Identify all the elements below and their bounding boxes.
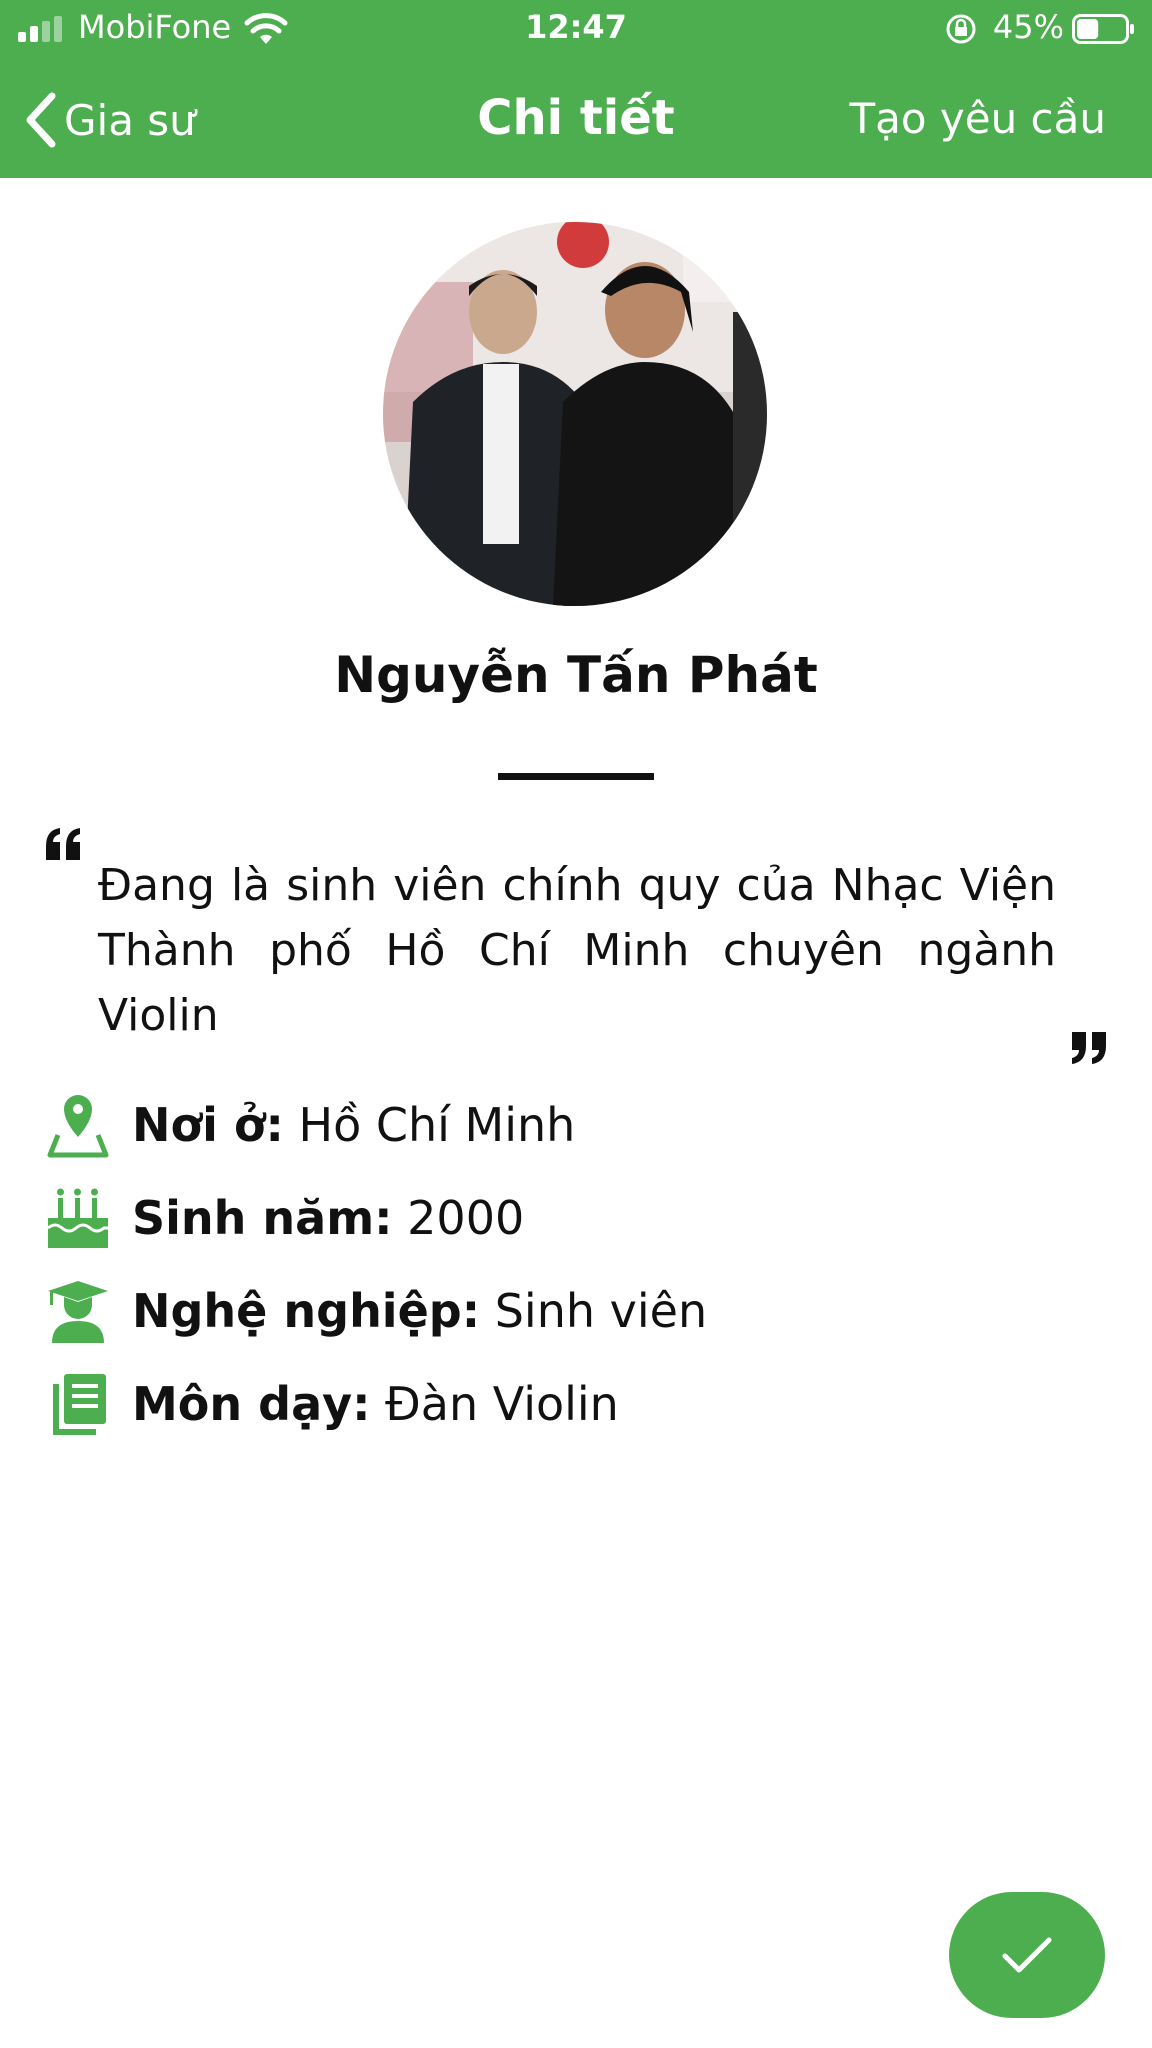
- status-bar: MobiFone 12:47 45%: [0, 0, 1152, 60]
- tutor-bio: Đang là sinh viên chính quy của Nhạc Việ…: [98, 860, 1056, 1041]
- detail-birth-year: Sinh năm: 2000: [44, 1171, 1104, 1264]
- detail-value: Sinh viên: [494, 1283, 708, 1338]
- avatar-photo: [383, 222, 767, 606]
- location-pin-icon: [47, 1094, 109, 1157]
- tutor-name: Nguyễn Tấn Phát: [334, 646, 818, 704]
- detail-subject: Môn dạy: Đàn Violin: [44, 1357, 1104, 1450]
- back-button[interactable]: Gia sư: [22, 84, 196, 156]
- detail-residence: Nơi ở: Hồ Chí Minh: [44, 1078, 1104, 1171]
- detail-label: Nơi ở:: [132, 1097, 284, 1152]
- back-button-label: Gia sư: [64, 95, 196, 145]
- checkmark-icon: [1002, 1937, 1052, 1973]
- create-request-button[interactable]: Tạo yêu cầu: [849, 94, 1106, 143]
- subject-book-icon: [53, 1373, 106, 1435]
- avatar: [383, 222, 767, 606]
- chevron-left-icon: [26, 92, 56, 148]
- birthday-cake-icon: [47, 1188, 108, 1248]
- detail-label: Môn dạy:: [132, 1376, 371, 1431]
- detail-label: Nghệ nghiệp:: [132, 1283, 481, 1338]
- orientation-lock-icon: [946, 14, 976, 44]
- clock: 12:47: [525, 8, 627, 46]
- battery-percent: 45%: [992, 8, 1064, 46]
- detail-occupation: Nghệ nghiệp: Sinh viên: [44, 1264, 1104, 1357]
- tutor-details: Nơi ở: Hồ Chí Minh Sinh năm: 2000 Nghệ n…: [44, 1078, 1104, 1450]
- confirm-button[interactable]: [949, 1892, 1105, 2018]
- name-divider: [498, 773, 654, 780]
- top-bar: MobiFone 12:47 45% Gia sư Chi tiết Tạo y…: [0, 0, 1152, 178]
- graduate-icon: [48, 1280, 108, 1343]
- battery-icon: [1072, 14, 1134, 44]
- close-quote-icon: [1072, 1032, 1106, 1064]
- detail-value: 2000: [407, 1190, 525, 1245]
- open-quote-icon: [46, 828, 80, 860]
- navigation-bar: Gia sư Chi tiết Tạo yêu cầu: [0, 70, 1152, 170]
- detail-value: Hồ Chí Minh: [298, 1097, 576, 1152]
- detail-label: Sinh năm:: [132, 1190, 393, 1245]
- detail-value: Đàn Violin: [385, 1376, 619, 1431]
